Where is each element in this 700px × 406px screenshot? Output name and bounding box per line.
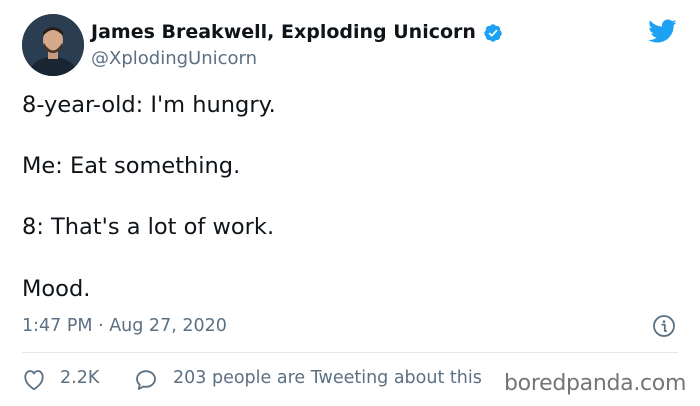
divider [22, 352, 678, 353]
tweet-text-line: Me: Eat something. [22, 153, 241, 179]
twitter-bird-icon[interactable] [645, 16, 679, 46]
watermark: boredpanda.com [504, 371, 687, 396]
like-count[interactable]: 2.2K [60, 368, 99, 388]
avatar[interactable] [22, 14, 84, 76]
tweet-text-line: 8-year-old: I'm hungry. [22, 92, 276, 118]
info-icon[interactable] [652, 314, 676, 338]
author-handle[interactable]: @XplodingUnicorn [91, 48, 257, 69]
tweet-card: James Breakwell, Exploding Unicorn @Xplo… [0, 0, 700, 406]
tweet-text-line: Mood. [22, 276, 91, 302]
author-display-name[interactable]: James Breakwell, Exploding Unicorn [91, 21, 476, 43]
heart-icon[interactable] [22, 369, 46, 391]
tweet-text-line: 8: That's a lot of work. [22, 214, 275, 240]
conversation-link[interactable]: 203 people are Tweeting about this [173, 368, 482, 388]
verified-badge-icon [484, 24, 502, 42]
tweet-timestamp[interactable]: 1:47 PM · Aug 27, 2020 [22, 316, 227, 336]
reply-bubble-icon[interactable] [134, 368, 158, 392]
